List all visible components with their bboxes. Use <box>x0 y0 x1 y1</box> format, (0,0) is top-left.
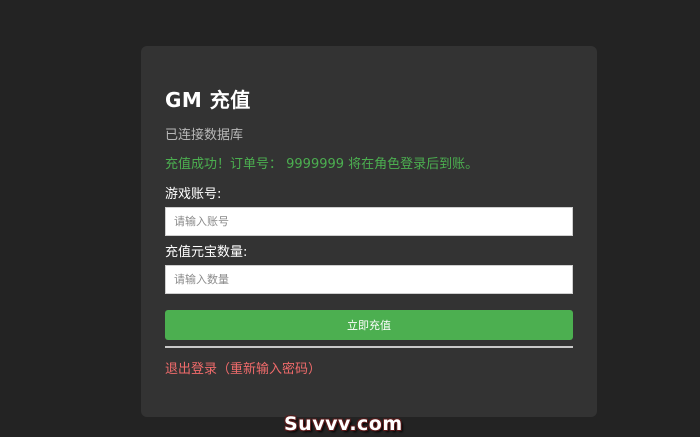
account-input[interactable] <box>165 207 573 236</box>
recharge-button[interactable]: 立即充值 <box>165 310 573 340</box>
page-title: GM 充值 <box>165 88 251 112</box>
amount-input[interactable] <box>165 265 573 294</box>
recharge-card: GM 充值 已连接数据库 充值成功！订单号： 9999999 将在角色登录后到账… <box>141 46 597 417</box>
amount-label: 充值元宝数量: <box>165 245 248 260</box>
divider <box>165 346 573 348</box>
db-status-text: 已连接数据库 <box>165 128 244 143</box>
logout-link[interactable]: 退出登录（重新输入密码） <box>165 362 321 378</box>
success-message: 充值成功！订单号： 9999999 将在角色登录后到账。 <box>165 157 479 172</box>
account-label: 游戏账号: <box>165 187 222 202</box>
page: GM 充值 已连接数据库 充值成功！订单号： 9999999 将在角色登录后到账… <box>0 0 700 437</box>
watermark-logo: Suvvv.com <box>284 413 403 435</box>
